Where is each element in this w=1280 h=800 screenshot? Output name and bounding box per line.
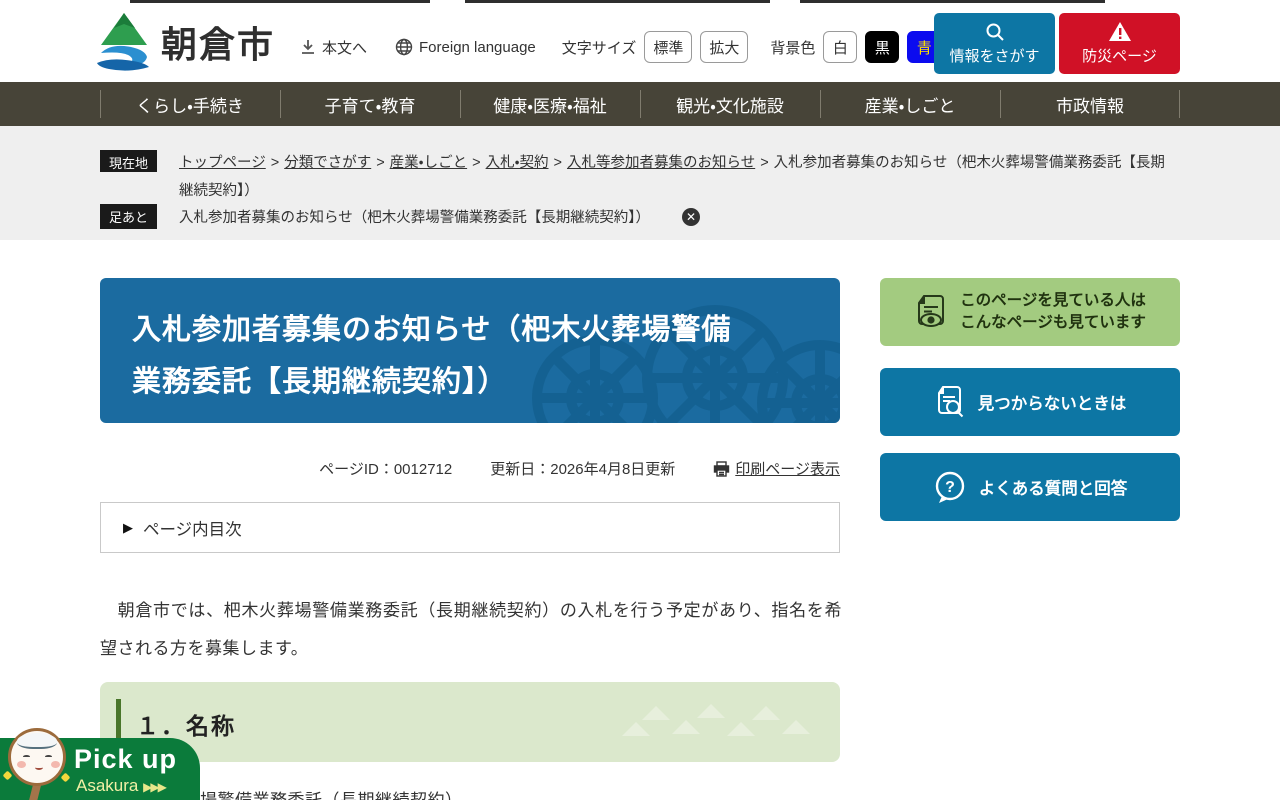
disaster-page-button[interactable]: 防災ページ: [1059, 13, 1180, 74]
site-header: 朝倉市 本文へ Foreign language 文字サイズ 標準 拡大 背景色…: [0, 3, 1280, 82]
question-bubble-icon: ?: [933, 470, 967, 504]
page-eye-icon: [914, 293, 948, 331]
footprint-close-icon[interactable]: ✕: [681, 207, 700, 226]
faq-box[interactable]: ? よくある質問と回答: [880, 453, 1180, 521]
breadcrumb-link-notice[interactable]: 入札等参加者募集のお知らせ: [567, 155, 755, 171]
toc-label: ページ内目次: [143, 520, 242, 539]
print-link[interactable]: 印刷ページ表示: [713, 458, 840, 479]
nav-item-shisei[interactable]: 市政情報: [1000, 82, 1180, 126]
toc-toggle[interactable]: ▶ ページ内目次: [100, 502, 840, 553]
globe-icon: [395, 38, 413, 56]
breadcrumb-link-bid[interactable]: 入札・契約: [486, 155, 549, 171]
bg-white-button[interactable]: 白: [823, 31, 858, 63]
pickup-asakura-badge[interactable]: Pick up Asakura ▶▶▶: [0, 728, 200, 800]
svg-text:?: ?: [945, 479, 955, 496]
printer-icon: [713, 460, 730, 477]
related-pages-box[interactable]: このページを見ている人は こんなページも見ています: [880, 278, 1180, 346]
nav-item-kurashi[interactable]: くらし・手続き: [100, 82, 280, 126]
search-icon: [985, 22, 1005, 42]
footprint-row: 足あと 入札参加者募集のお知らせ（杷木火葬場警備業務委託【長期継続契約】） ✕: [100, 204, 1180, 229]
not-found-text: 見つからないときは: [977, 395, 1127, 413]
footprint-text[interactable]: 入札参加者募集のお知らせ（杷木火葬場警備業務委託【長期継続契約】）: [179, 206, 650, 227]
related-pages-text: このページを見ている人は こんなページも見ています: [960, 291, 1146, 331]
not-found-box[interactable]: 見つからないときは: [880, 368, 1180, 436]
font-size-large-button[interactable]: 拡大: [700, 31, 749, 63]
breadcrumb: 現在地 トップページ > 分類でさがす > 産業・しごと > 入札・契約 > 入札等参加者募集の…: [100, 150, 1180, 205]
global-nav: くらし・手続き 子育て・教育 健康・医療・福祉 観光・文化施設 産業・しごと 市…: [0, 82, 1280, 126]
footprint-label: 足あと: [100, 204, 158, 229]
font-size-standard-button[interactable]: 標準: [644, 31, 693, 63]
page-title-box: 入札参加者募集のお知らせ（杷木火葬場警備業務委託【長期継続契約】）: [100, 278, 840, 423]
foreign-language-link[interactable]: Foreign language: [395, 38, 536, 56]
bg-color-label: 背景色: [770, 39, 816, 57]
page-title: 入札参加者募集のお知らせ（杷木火葬場警備業務委託【長期継続契約】）: [132, 314, 732, 399]
section-1-title: １．名称: [136, 713, 236, 739]
site-name[interactable]: 朝倉市: [161, 16, 275, 68]
page-meta: ページID：0012712 更新日：2026年4月8日更新 印刷ページ表示: [100, 458, 840, 479]
nav-item-kanko[interactable]: 観光・文化施設: [640, 82, 820, 126]
pickup-subtitle: Asakura ▶▶▶: [76, 776, 167, 795]
search-button[interactable]: 情報をさがす: [934, 13, 1055, 74]
breadcrumb-link-top[interactable]: トップページ: [179, 155, 266, 171]
page-id: ページID：0012712: [319, 461, 453, 478]
breadcrumb-zone: 現在地 トップページ > 分類でさがす > 産業・しごと > 入札・契約 > 入札等参加者募集の…: [0, 126, 1280, 240]
breadcrumb-trail: トップページ > 分類でさがす > 産業・しごと > 入札・契約 > 入札等参加者募集のお知らせ…: [179, 155, 1165, 199]
section-1-header: １．名称: [100, 682, 840, 762]
breadcrumb-link-category[interactable]: 分類でさがす: [284, 155, 371, 171]
arrow-down-icon: [300, 39, 316, 55]
nav-item-sangyo[interactable]: 産業・しごと: [820, 82, 1000, 126]
current-location-label: 現在地: [100, 150, 158, 172]
sparkle-icon: [60, 772, 71, 783]
asakura-logo-icon: [95, 11, 153, 73]
mascot-icon: [8, 728, 66, 786]
pickup-title: Pick up: [74, 744, 178, 774]
pickup-arrows-icon: ▶▶▶: [143, 780, 167, 794]
page-search-icon: [934, 385, 966, 419]
nav-item-kenko[interactable]: 健康・医療・福祉: [460, 82, 640, 126]
header-utility-links: 本文へ Foreign language 文字サイズ 標準 拡大 背景色 白 黒…: [300, 31, 942, 63]
site-logo[interactable]: 朝倉市: [95, 11, 275, 73]
updated-date: 更新日：2026年4月8日更新: [490, 461, 676, 478]
sparkle-icon: [2, 770, 13, 781]
page: 朝倉市 本文へ Foreign language 文字サイズ 標準 拡大 背景色…: [0, 0, 1280, 800]
toc-triangle-icon: ▶: [123, 519, 133, 535]
faq-text: よくある質問と回答: [978, 480, 1128, 498]
skip-to-content-link[interactable]: 本文へ: [300, 37, 367, 58]
font-size-label: 文字サイズ: [561, 39, 637, 57]
warning-icon: [1108, 21, 1132, 42]
bg-black-button[interactable]: 黒: [865, 31, 900, 63]
intro-paragraph: 朝倉市では、杷木火葬場警備業務委託（長期継続契約）の入札を行う予定があり、指名を…: [100, 601, 842, 659]
breadcrumb-link-industry[interactable]: 産業・しごと: [390, 155, 467, 171]
nav-item-kosodate[interactable]: 子育て・教育: [280, 82, 460, 126]
